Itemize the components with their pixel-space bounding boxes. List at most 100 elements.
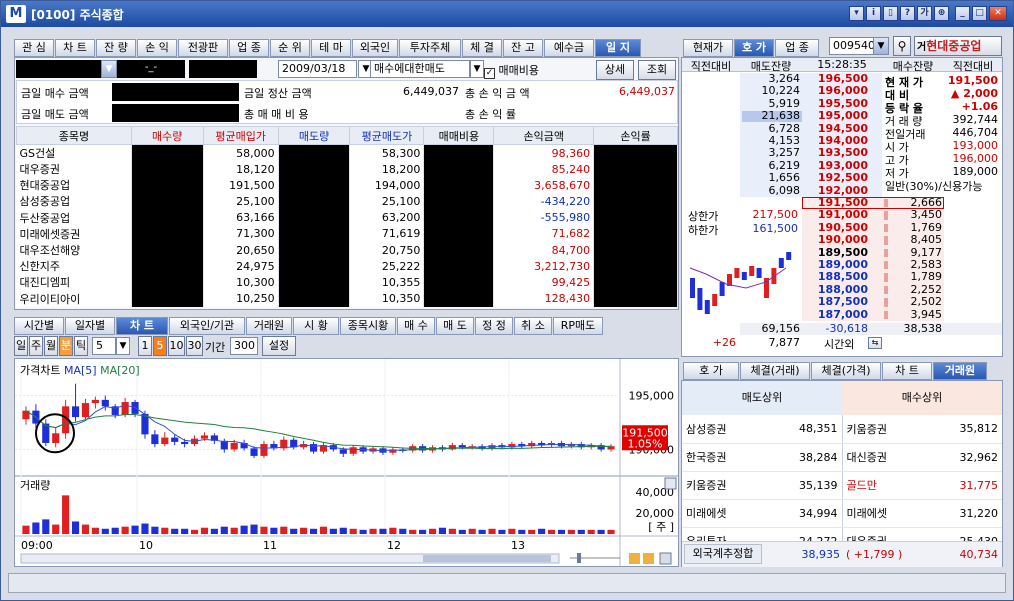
left-tab-6[interactable]: 순 위 xyxy=(270,39,310,57)
rank-tab-bar: 호 가 체결(거래) 체결(가격) 차 트 거래원 xyxy=(683,362,987,380)
left-tab-3[interactable]: 손 익 xyxy=(137,39,177,57)
trade-row[interactable]: 대진디엠피 10,300 10,355 99,425 xyxy=(16,274,678,291)
chart-config-icon[interactable] xyxy=(659,552,672,565)
left-tab-10[interactable]: 체 결 xyxy=(462,39,502,57)
chart-tab-7[interactable]: 매 수 xyxy=(397,317,435,335)
rank-tab-0[interactable]: 호 가 xyxy=(683,362,739,380)
left-tab-7[interactable]: 테 마 xyxy=(311,39,351,57)
chart-tab-0[interactable]: 시간별 xyxy=(14,317,64,335)
buy-qty-mask xyxy=(131,161,204,178)
rank-row[interactable]: 한국증권 38,284 대신증권 32,962 xyxy=(682,443,1002,472)
left-tab-9[interactable]: 투자주체 xyxy=(399,39,461,57)
right-tab-0[interactable]: 현재가 xyxy=(683,39,733,57)
ob-header-0: 직전대비 xyxy=(690,60,732,73)
swap-icon[interactable]: ⇆ xyxy=(868,337,882,349)
zoom-out-icon[interactable] xyxy=(629,553,640,564)
info-icon[interactable]: i xyxy=(866,6,881,21)
settings-button[interactable]: 설정 xyxy=(262,336,296,356)
rank-row[interactable]: 삼성증권 48,351 키움증권 35,812 xyxy=(682,415,1002,444)
right-tab-1[interactable]: 호 가 xyxy=(734,39,774,57)
trade-row[interactable]: 현대중공업 191,500 194,000 3,658,670 xyxy=(16,177,678,194)
period-button-4[interactable]: 틱 xyxy=(74,336,88,356)
trade-row[interactable]: 두산중공업 63,166 63,200 -555,980 xyxy=(16,209,678,226)
search-icon[interactable]: ⚲ xyxy=(893,36,911,56)
stock-code-field[interactable]: 009540 xyxy=(829,37,877,55)
rank-tab-4[interactable]: 거래원 xyxy=(933,362,987,380)
mult-button-3[interactable]: 30 xyxy=(186,336,203,356)
ask-qty: 5,919 xyxy=(768,96,801,110)
bid-qty: 1,789 xyxy=(910,270,943,284)
volume-close-icon[interactable] xyxy=(664,477,677,490)
left-tab-12[interactable]: 예수금 xyxy=(544,39,594,57)
period-button-1[interactable]: 주 xyxy=(29,336,43,356)
minimize-icon[interactable]: _ xyxy=(955,6,970,21)
left-tab-5[interactable]: 업 종 xyxy=(229,39,269,57)
code-dropdown-icon[interactable]: ▼ xyxy=(873,37,889,55)
chart-tab-8[interactable]: 매 도 xyxy=(436,317,474,335)
pin-icon[interactable]: ⊕ xyxy=(934,6,949,21)
dropdown-icon[interactable]: ▾ xyxy=(849,6,864,21)
chart-tab-5[interactable]: 시 황 xyxy=(293,317,339,335)
query-button[interactable]: 조회 xyxy=(638,60,676,80)
help-icon[interactable]: ? xyxy=(900,6,915,21)
stock-name-button[interactable]: 거현대중공업 xyxy=(914,36,1002,56)
period-button-0[interactable]: 일 xyxy=(14,336,28,356)
left-tab-1[interactable]: 차 트 xyxy=(55,39,95,57)
chart-tab-9[interactable]: 정 정 xyxy=(475,317,513,335)
link-icon[interactable]: ▯ xyxy=(883,6,898,21)
chart-tab-6[interactable]: 종목시황 xyxy=(340,317,396,335)
chart-tab-3[interactable]: 외국인/기관 xyxy=(169,317,245,335)
left-tab-11[interactable]: 잔 고 xyxy=(503,39,543,57)
range-field[interactable]: 300 xyxy=(230,337,258,355)
zoom-in-icon[interactable] xyxy=(643,553,654,564)
chart-tab-10[interactable]: 취 소 xyxy=(514,317,552,335)
mini-candle xyxy=(741,272,747,280)
ask-price: 192,500 xyxy=(817,171,868,185)
period-button-2[interactable]: 월 xyxy=(44,336,58,356)
chart-tab-1[interactable]: 일자별 xyxy=(65,317,115,335)
left-tab-0[interactable]: 관 심 xyxy=(14,39,54,57)
date-field[interactable]: 2009/03/18 xyxy=(278,60,357,78)
trade-row[interactable]: 우리이티아이 10,250 10,350 128,430 xyxy=(16,290,678,307)
sell-qty-mask xyxy=(278,144,351,161)
rank-tab-2[interactable]: 체결(가격) xyxy=(811,362,881,380)
scrollbar-thumb[interactable] xyxy=(423,555,551,562)
interval-dropdown-icon[interactable]: ▼ xyxy=(116,337,130,355)
mult-button-2[interactable]: 10 xyxy=(168,336,185,356)
trade-row[interactable]: 대우증권 18,120 18,200 85,240 xyxy=(16,161,678,178)
fee-checkbox[interactable]: ✓ 매매비용 xyxy=(484,62,539,79)
mode-select[interactable]: 매수에대한매도 xyxy=(370,60,470,78)
right-tab-2[interactable]: 업 종 xyxy=(775,39,819,57)
detail-button[interactable]: 상세 xyxy=(596,60,634,80)
interval-select[interactable]: 5 xyxy=(92,337,116,355)
rank-tab-3[interactable]: 차 트 xyxy=(882,362,932,380)
trade-row[interactable]: 미래에셋증권 71,300 71,619 71,682 xyxy=(16,225,678,242)
trade-row[interactable]: 대우조선해양 20,650 20,750 84,700 xyxy=(16,241,678,259)
maximize-icon[interactable]: □ xyxy=(972,6,987,21)
mode-dropdown-icon[interactable]: ▼ xyxy=(470,60,484,78)
left-tab-13[interactable]: 일 지 xyxy=(595,39,641,57)
chart-tab-2[interactable]: 차 트 xyxy=(116,317,168,335)
trade-row[interactable]: GS건설 58,000 58,300 98,360 xyxy=(16,144,678,161)
sell-qty-mask xyxy=(278,274,351,291)
chart-tab-11[interactable]: RP매도 xyxy=(553,317,603,335)
zoom-slider-handle[interactable] xyxy=(577,553,581,563)
chart-tab-4[interactable]: 거래원 xyxy=(246,317,292,335)
left-tab-2[interactable]: 잔 량 xyxy=(96,39,136,57)
volume-bar xyxy=(379,528,387,534)
trade-row[interactable]: 삼성중공업 25,100 25,100 -434,220 xyxy=(16,193,678,210)
period-button-3[interactable]: 분 xyxy=(59,336,73,356)
lang-icon[interactable]: 가 xyxy=(917,6,932,21)
mult-button-1[interactable]: 5 xyxy=(153,336,167,356)
left-tab-4[interactable]: 전광판 xyxy=(178,39,228,57)
rank-row[interactable]: 미래에셋 34,994 미래에셋 31,220 xyxy=(682,499,1002,528)
account-dropdown-icon[interactable]: ▼ xyxy=(101,60,117,78)
rank-row[interactable]: 키움증권 35,139 골드만 31,775 xyxy=(682,471,1002,500)
trade-row[interactable]: 신한지주 24,975 25,222 3,212,730 xyxy=(16,258,678,275)
pl-rate-mask xyxy=(593,144,678,161)
rank-tab-1[interactable]: 체결(거래) xyxy=(740,362,810,380)
buy-qty: 31,775 xyxy=(922,471,1002,500)
close-icon[interactable]: ✕ xyxy=(989,6,1007,21)
mult-button-0[interactable]: 1 xyxy=(138,336,152,356)
left-tab-8[interactable]: 외국인 xyxy=(352,39,398,57)
